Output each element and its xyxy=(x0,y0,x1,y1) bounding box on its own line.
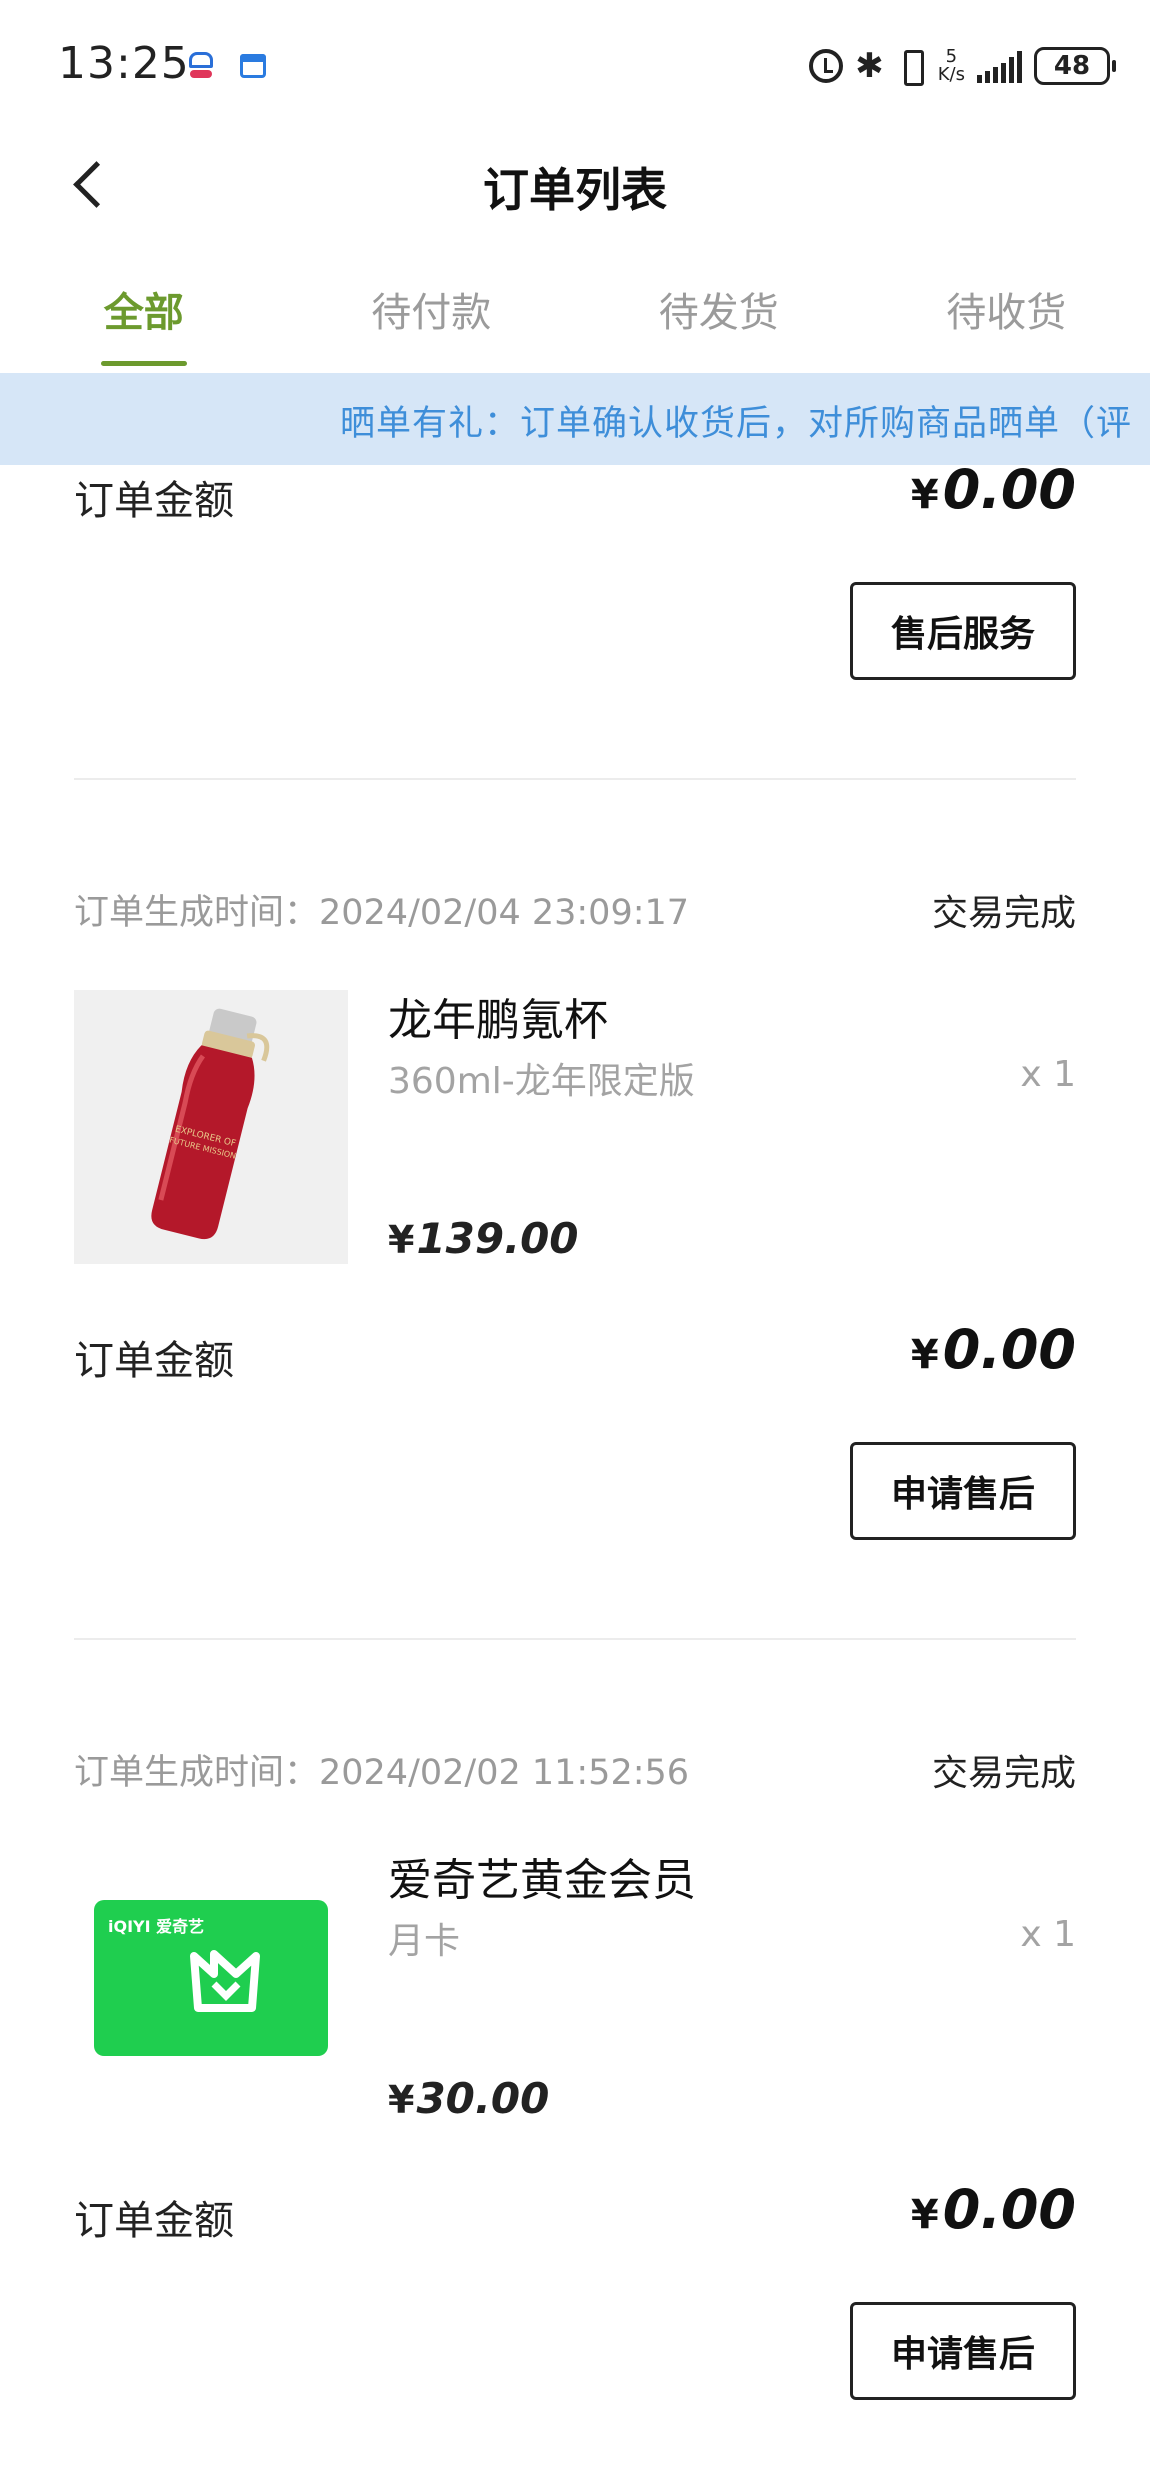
product-price: ¥30.00 xyxy=(388,2074,549,2123)
currency-symbol: ¥ xyxy=(388,1218,415,1262)
tab-pending-payment[interactable]: 待付款 xyxy=(288,250,576,370)
calendar-app-icon xyxy=(240,54,266,78)
divider xyxy=(74,778,1076,780)
vibrate-icon xyxy=(896,48,926,86)
apply-after-sales-button[interactable]: 申请售后 xyxy=(850,2302,1076,2400)
notice-text: 晒单有礼：订单确认收货后，对所购商品晒单（评 xyxy=(340,404,1133,444)
tab-pending-shipment[interactable]: 待发货 xyxy=(575,250,863,370)
battery-level: 48 xyxy=(1053,51,1091,81)
cup-illustration: EXPLORER OF FUTURE MISSION xyxy=(151,1008,270,1240)
product-name[interactable]: 龙年鹏氪杯 xyxy=(388,984,608,1048)
amount-value: ¥0.00 xyxy=(911,458,1076,521)
alarm-icon xyxy=(809,49,844,83)
currency-symbol: ¥ xyxy=(910,1332,939,1378)
amount-label: 订单金额 xyxy=(74,2198,234,2244)
network-speed-unit: K/s xyxy=(937,64,965,85)
apply-after-sales-button[interactable]: 申请售后 xyxy=(850,1442,1076,1540)
amount-value: ¥0.00 xyxy=(911,2178,1076,2241)
order-meta: 订单生成时间：2024/02/02 11:52:56 交易完成 xyxy=(74,1744,1076,1794)
divider xyxy=(74,1638,1076,1640)
amount-number: 0.00 xyxy=(942,2178,1076,2241)
amount-number: 0.00 xyxy=(942,458,1076,521)
amount-label: 订单金额 xyxy=(74,1338,234,1384)
tab-pending-receipt[interactable]: 待收货 xyxy=(863,250,1150,370)
page-header: 订单列表 xyxy=(0,130,1150,240)
order-status: 交易完成 xyxy=(931,1753,1076,1794)
amount-number: 0.00 xyxy=(942,1318,1076,1381)
order-tabs: 全部 待付款 待发货 待收货 xyxy=(0,250,1150,370)
product-quantity: x 1 xyxy=(1020,1914,1076,1955)
order-status: 交易完成 xyxy=(931,893,1076,934)
after-sales-service-button[interactable]: 售后服务 xyxy=(850,582,1076,680)
tab-all[interactable]: 全部 xyxy=(0,250,288,370)
iqiyi-logo-text: iQIYI 爱奇艺 xyxy=(108,1917,204,1936)
cloud-app-icon xyxy=(186,50,216,80)
network-speed: 5 K/s xyxy=(938,48,965,84)
order-meta: 订单生成时间：2024/02/04 23:09:17 交易完成 xyxy=(74,884,1076,934)
signal-icon xyxy=(977,49,1022,83)
bluetooth-icon: ✱ xyxy=(855,46,884,86)
currency-symbol: ¥ xyxy=(388,2078,415,2122)
notice-banner[interactable]: 晒单有礼：订单确认收货后，对所购商品晒单（评 xyxy=(0,373,1150,465)
status-bar: 13:25 ✱ 5 K/s 48 xyxy=(0,0,1150,130)
product-image-iqiyi-card[interactable]: iQIYI 爱奇艺 xyxy=(74,1850,348,2124)
amount-label: 订单金额 xyxy=(74,478,234,524)
product-spec: 月卡 xyxy=(388,1921,461,1962)
price-number: 30.00 xyxy=(416,2074,550,2123)
order-time: 订单生成时间：2024/02/04 23:09:17 xyxy=(74,893,690,933)
page-title: 订单列表 xyxy=(483,163,667,217)
order-amount-row: 订单金额 ¥0.00 xyxy=(74,2178,1076,2258)
product-spec: 360ml-龙年限定版 xyxy=(388,1061,695,1102)
product-price: ¥139.00 xyxy=(388,1214,579,1263)
order-amount-row: 订单金额 ¥0.00 xyxy=(74,458,1076,538)
battery-icon: 48 xyxy=(1034,47,1116,85)
iqiyi-card-illustration: iQIYI 爱奇艺 xyxy=(94,1900,328,2056)
product-image-cup[interactable]: EXPLORER OF FUTURE MISSION xyxy=(74,990,348,1264)
product-quantity: x 1 xyxy=(1020,1054,1076,1095)
amount-value: ¥0.00 xyxy=(911,1318,1076,1381)
product-name[interactable]: 爱奇艺黄金会员 xyxy=(388,1844,696,1908)
order-time: 订单生成时间：2024/02/02 11:52:56 xyxy=(74,1753,690,1793)
currency-symbol: ¥ xyxy=(910,472,939,518)
price-number: 139.00 xyxy=(416,1214,579,1263)
order-amount-row: 订单金额 ¥0.00 xyxy=(74,1318,1076,1398)
status-time: 13:25 xyxy=(58,38,190,89)
currency-symbol: ¥ xyxy=(910,2192,939,2238)
status-icons: ✱ 5 K/s 48 xyxy=(809,36,1116,96)
